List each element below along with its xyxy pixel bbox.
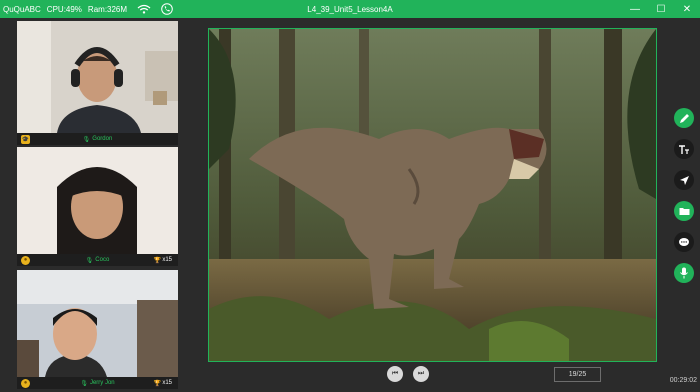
slide-controls: ⏮ ⏭ 19/25 (196, 362, 670, 392)
pointer-tool-button[interactable] (674, 170, 694, 190)
mic-tool-button[interactable] (674, 263, 694, 283)
cpu-usage: CPU:49% (46, 4, 82, 14)
phone-icon[interactable] (161, 3, 173, 15)
close-button[interactable]: ✕ (674, 0, 700, 18)
video-student-jerry[interactable] (17, 270, 178, 382)
mic-icon (680, 267, 688, 279)
text-size-tool-button[interactable] (674, 139, 694, 159)
participants-panel: 🎓 🎙 Gordon ● 🎙 Coco 🏆 x15 ● 🎙 Jerry Jon 🏆 (0, 18, 196, 392)
participant-name: Gordon (92, 136, 113, 142)
next-slide-button[interactable]: ⏭ (413, 366, 429, 382)
folder-tool-button[interactable] (674, 201, 694, 221)
chat-tool-button[interactable] (674, 232, 694, 252)
coco-name-bar: ● 🎙 Coco 🏆 x15 (17, 254, 178, 266)
pencil-tool-button[interactable] (674, 108, 694, 128)
participant-name: Jerry Jon (89, 380, 115, 386)
trophy-icon: 🏆 (153, 380, 162, 387)
jerry-video-frame (17, 270, 178, 377)
trophy-count: x15 (162, 257, 172, 263)
page-counter: 19/25 (554, 367, 601, 382)
mic-icon: 🎙 (80, 380, 88, 387)
trophy-count: x15 (162, 380, 172, 386)
tool-bar (674, 108, 696, 294)
mic-icon: 🎙 (85, 257, 94, 264)
text-size-icon (679, 144, 689, 154)
minimize-button[interactable]: — (622, 0, 648, 18)
folder-icon (679, 208, 689, 215)
pointer-icon (679, 175, 689, 185)
app-name: QuQuABC (3, 4, 41, 14)
previous-slide-button[interactable]: ⏮ (387, 366, 403, 382)
chat-icon (679, 237, 689, 246)
dinosaur-slide-image (209, 29, 656, 361)
video-student-coco[interactable] (17, 147, 178, 259)
teacher-name-bar: 🎓 🎙 Gordon (17, 133, 178, 145)
participant-name: Coco (95, 257, 110, 263)
skip-previous-icon: ⏮ (391, 370, 399, 377)
pencil-icon (679, 113, 689, 123)
coco-video-frame (17, 147, 178, 254)
wifi-icon (137, 4, 151, 14)
video-teacher[interactable] (17, 21, 178, 133)
session-timer: 00:29:02 (669, 377, 697, 384)
jerry-name-bar: ● 🎙 Jerry Jon 🏆 x15 (17, 377, 178, 389)
teacher-video-frame (17, 21, 178, 133)
ram-usage: Ram:326M (87, 4, 128, 14)
slide-stage[interactable] (208, 28, 657, 362)
trophy-icon: 🏆 (153, 257, 162, 264)
maximize-button[interactable]: ☐ (648, 0, 674, 18)
title-bar: QuQuABC CPU:49% Ram:326M L4_39_Unit5_Les… (0, 0, 700, 18)
mic-icon: 🎙 (82, 136, 91, 143)
skip-next-icon: ⏭ (417, 370, 425, 377)
